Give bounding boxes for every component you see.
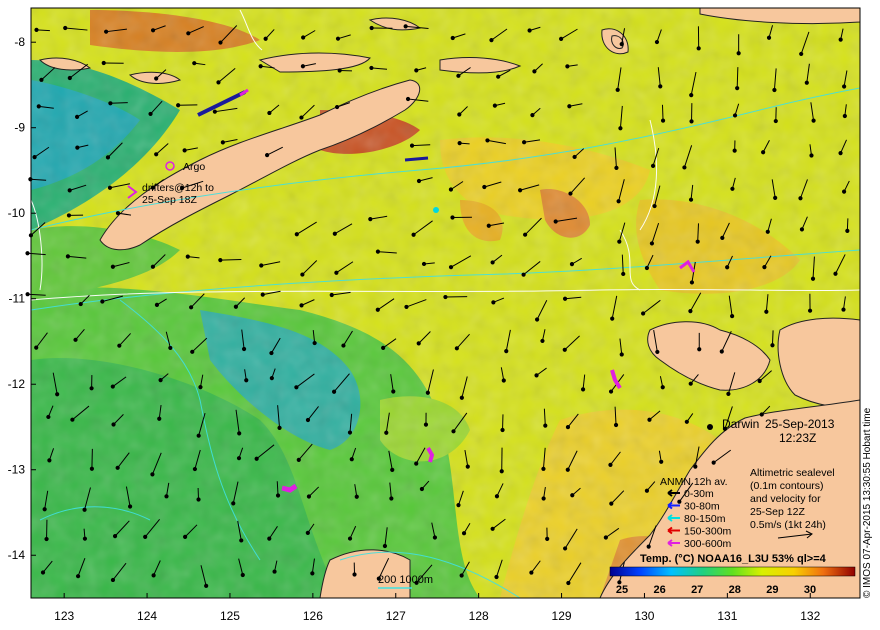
darwin-label: Darwin xyxy=(722,417,759,431)
altimetry-line1: Altimetric sealevel xyxy=(750,467,835,479)
x-tick-label: 123 xyxy=(54,609,74,623)
time-label: 12:23Z xyxy=(779,431,816,445)
x-tick-label: 125 xyxy=(220,609,240,623)
colorbar-tick-label: 26 xyxy=(653,584,665,596)
y-tick-label: -12 xyxy=(8,377,26,391)
altimetry-line4: 25-Sep 12Z xyxy=(750,506,805,518)
colorbar-tick-label: 27 xyxy=(691,584,703,596)
x-tick-label: 131 xyxy=(717,609,737,623)
colorbar-tick-label: 29 xyxy=(766,584,778,596)
x-tick-label: 129 xyxy=(552,609,572,623)
altimetry-line3: and velocity for xyxy=(750,493,821,505)
anmn-item-label: 300-600m xyxy=(684,538,732,550)
colorbar-title: Temp. (°C) NOAA16_L3U 53% ql>=4 xyxy=(640,553,827,565)
anmn-item-label: 80-150m xyxy=(684,513,726,525)
x-tick-label: 128 xyxy=(469,609,489,623)
colorbar-tick-label: 25 xyxy=(616,584,628,596)
argo-label: Argo xyxy=(183,161,205,173)
y-tick-label: -14 xyxy=(8,548,26,562)
date-label: 25-Sep-2013 xyxy=(765,417,835,431)
x-tick-label: 130 xyxy=(634,609,654,623)
anmn-title: ANMN 12h av. xyxy=(660,476,728,488)
y-tick-label: -11 xyxy=(9,292,26,306)
x-tick-label: 127 xyxy=(386,609,406,623)
y-tick-label: -8 xyxy=(14,35,25,49)
anmn-item-label: 150-300m xyxy=(684,526,732,538)
altimetry-line2: (0.1m contours) xyxy=(750,480,824,492)
y-tick-label: -9 xyxy=(14,121,25,135)
y-tick-label: -13 xyxy=(8,463,26,477)
colorbar-tick-label: 30 xyxy=(804,584,816,596)
colorbar-tick-label: 28 xyxy=(729,584,741,596)
x-tick-label: 126 xyxy=(303,609,323,623)
anmn-item-label: 0-30m xyxy=(684,488,714,500)
drifters-label-line1: drifters@12h to xyxy=(142,182,214,194)
y-tick-label: -10 xyxy=(8,206,26,220)
altimetry-line5: 0.5m/s (1kt 24h) xyxy=(750,519,826,531)
drifters-label-line2: 25-Sep 18Z xyxy=(142,194,197,206)
x-tick-label: 124 xyxy=(137,609,157,623)
anmn-item-label: 30-80m xyxy=(684,501,720,513)
colorbar-gradient xyxy=(609,566,856,577)
sst-map: 123 124 125 126 127 128 129 130 131 132 -8 -9 -10 -1… xyxy=(8,7,861,623)
x-tick-label: 132 xyxy=(800,609,820,623)
depth-scale-label: 200 1000m xyxy=(378,574,433,586)
imos-credit: © IMOS 07-Apr-2015 13:30:55 Hobart time xyxy=(862,407,873,598)
